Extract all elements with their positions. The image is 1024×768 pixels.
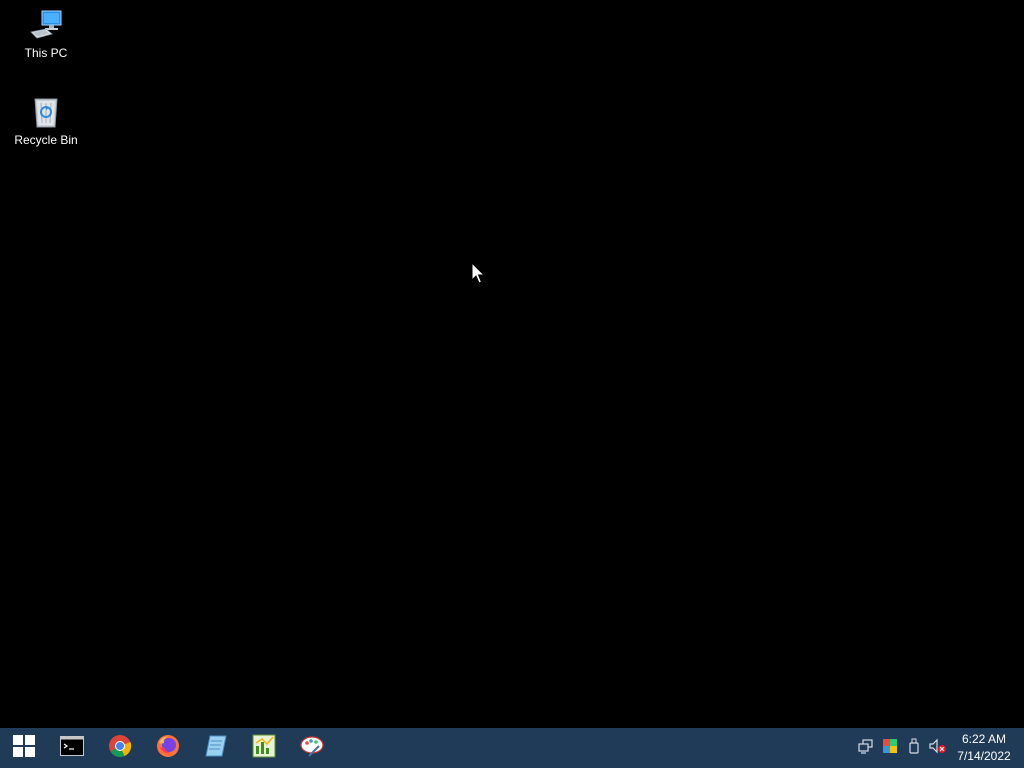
spreadsheet-chart-icon bbox=[252, 734, 276, 763]
taskbar-clock[interactable]: 6:22 AM 7/14/2022 bbox=[950, 728, 1018, 768]
tray-usb[interactable] bbox=[902, 728, 926, 768]
tray-volume[interactable] bbox=[926, 728, 950, 768]
taskbar: 6:22 AM 7/14/2022 bbox=[0, 728, 1024, 768]
taskbar-app-spreadsheet[interactable] bbox=[240, 728, 288, 768]
desktop-icon-this-pc[interactable]: This PC bbox=[8, 8, 84, 60]
command-prompt-icon bbox=[60, 735, 84, 761]
desktop[interactable]: This PC Recycle Bin bbox=[0, 0, 1024, 728]
desktop-icon-label: Recycle Bin bbox=[14, 133, 78, 147]
firefox-icon bbox=[156, 734, 180, 763]
tray-network[interactable] bbox=[854, 728, 878, 768]
taskbar-app-notepad[interactable] bbox=[192, 728, 240, 768]
taskbar-app-chrome[interactable] bbox=[96, 728, 144, 768]
desktop-icon-recycle-bin[interactable]: Recycle Bin bbox=[8, 95, 84, 147]
system-tray: 6:22 AM 7/14/2022 bbox=[854, 728, 1024, 768]
desktop-icon-label: This PC bbox=[24, 46, 68, 60]
taskbar-app-command-prompt[interactable] bbox=[48, 728, 96, 768]
this-pc-icon bbox=[28, 8, 64, 44]
chrome-icon bbox=[108, 734, 132, 763]
start-windows-icon bbox=[13, 734, 35, 762]
recycle-bin-icon bbox=[28, 95, 64, 131]
clock-time: 6:22 AM bbox=[961, 732, 1007, 746]
notepad-icon bbox=[204, 734, 228, 763]
volume-muted-icon bbox=[929, 738, 947, 759]
tray-display[interactable] bbox=[878, 728, 902, 768]
usb-drive-icon bbox=[908, 738, 920, 759]
start-button[interactable] bbox=[0, 728, 48, 768]
taskbar-app-firefox[interactable] bbox=[144, 728, 192, 768]
paint-palette-icon bbox=[299, 734, 325, 763]
network-icon bbox=[858, 738, 874, 759]
taskbar-app-paint[interactable] bbox=[288, 728, 336, 768]
mouse-pointer-icon bbox=[471, 261, 486, 284]
display-color-icon bbox=[882, 738, 898, 759]
clock-date: 7/14/2022 bbox=[957, 749, 1011, 763]
